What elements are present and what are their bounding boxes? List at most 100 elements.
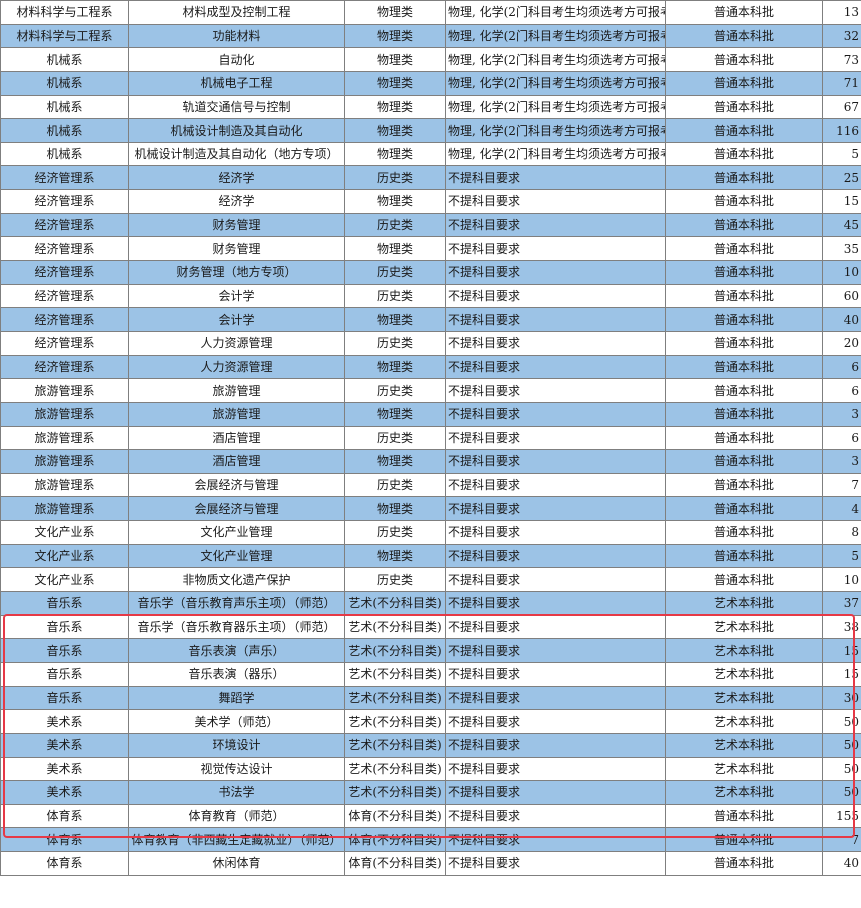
- plan-count-cell: 5: [822, 543, 861, 569]
- requirement-cell: 物理, 化学(2门科目考生均须选考方可报考: [445, 23, 666, 49]
- dept-cell: 音乐系: [0, 638, 129, 663]
- plan-count-cell: 6: [822, 425, 861, 451]
- plan-count-cell: 10: [822, 567, 861, 593]
- requirement-cell: 物理, 化学(2门科目考生均须选考方可报考: [445, 0, 666, 25]
- dept-cell: 经济管理系: [0, 307, 129, 332]
- requirement-cell: 不提科目要求: [445, 543, 666, 569]
- table-row: 材料科学与工程系 功能材料 物理类 物理, 化学(2门科目考生均须选考方可报考 普通本科…: [0, 23, 861, 49]
- enrollment-plan-sheet: 材料科学与工程系 材料成型及控制工程 物理类 物理, 化学(2门科目考生均须选考方可报…: [0, 0, 861, 908]
- plan-count-cell: 71: [822, 70, 861, 96]
- dept-cell: 经济管理系: [0, 236, 129, 262]
- category-cell: 艺术(不分科目类): [344, 661, 446, 687]
- category-cell: 艺术(不分科目类): [344, 780, 446, 805]
- category-cell: 物理类: [344, 70, 446, 96]
- category-cell: 历史类: [344, 472, 446, 498]
- table-row: 音乐系 音乐学（音乐教育器乐主项）（师范） 艺术(不分科目类) 不提科目要求 艺术本科批…: [0, 614, 861, 640]
- table-row: 机械系 机械电子工程 物理类 物理, 化学(2门科目考生均须选考方可报考 普通本科批 71: [0, 70, 861, 96]
- batch-cell: 普通本科批: [665, 520, 823, 545]
- requirement-cell: 不提科目要求: [445, 378, 666, 403]
- major-cell: 酒店管理: [128, 425, 345, 451]
- batch-cell: 艺术本科批: [665, 661, 823, 687]
- dept-cell: 旅游管理系: [0, 425, 129, 451]
- batch-cell: 普通本科批: [665, 851, 823, 876]
- major-cell: 财务管理: [128, 236, 345, 262]
- plan-count-cell: 60: [822, 283, 861, 309]
- plan-count-cell: 50: [822, 732, 861, 758]
- batch-cell: 艺术本科批: [665, 614, 823, 640]
- dept-cell: 旅游管理系: [0, 449, 129, 474]
- major-cell: 视觉传达设计: [128, 756, 345, 782]
- major-cell: 旅游管理: [128, 401, 345, 427]
- table-row: 旅游管理系 酒店管理 历史类 不提科目要求 普通本科批 6: [0, 425, 861, 451]
- requirement-cell: 不提科目要求: [445, 591, 666, 616]
- table-row: 经济管理系 财务管理（地方专项） 历史类 不提科目要求 普通本科批 10: [0, 260, 861, 285]
- table-row: 体育系 体育教育（非西藏生定藏就业）（师范） 体育(不分科目类) 不提科目要求 普通本科…: [0, 827, 861, 853]
- batch-cell: 普通本科批: [665, 449, 823, 474]
- plan-count-cell: 50: [822, 709, 861, 734]
- major-cell: 功能材料: [128, 23, 345, 49]
- category-cell: 物理类: [344, 118, 446, 143]
- plan-count-cell: 5: [822, 141, 861, 167]
- dept-cell: 材料科学与工程系: [0, 23, 129, 49]
- batch-cell: 普通本科批: [665, 236, 823, 262]
- major-cell: 财务管理: [128, 212, 345, 238]
- category-cell: 历史类: [344, 567, 446, 593]
- requirement-cell: 不提科目要求: [445, 212, 666, 238]
- major-cell: 文化产业管理: [128, 520, 345, 545]
- dept-cell: 经济管理系: [0, 165, 129, 191]
- major-cell: 材料成型及控制工程: [128, 0, 345, 25]
- major-cell: 非物质文化遗产保护: [128, 567, 345, 593]
- major-cell: 会展经济与管理: [128, 472, 345, 498]
- plan-count-cell: 7: [822, 472, 861, 498]
- batch-cell: 普通本科批: [665, 260, 823, 285]
- category-cell: 物理类: [344, 307, 446, 332]
- dept-cell: 文化产业系: [0, 567, 129, 593]
- requirement-cell: 不提科目要求: [445, 449, 666, 474]
- table-row: 经济管理系 会计学 物理类 不提科目要求 普通本科批 40: [0, 307, 861, 332]
- batch-cell: 普通本科批: [665, 425, 823, 451]
- category-cell: 物理类: [344, 236, 446, 262]
- dept-cell: 体育系: [0, 827, 129, 853]
- category-cell: 艺术(不分科目类): [344, 638, 446, 663]
- major-cell: 财务管理（地方专项）: [128, 260, 345, 285]
- batch-cell: 普通本科批: [665, 47, 823, 72]
- batch-cell: 普通本科批: [665, 0, 823, 25]
- dept-cell: 机械系: [0, 118, 129, 143]
- major-cell: 经济学: [128, 165, 345, 191]
- category-cell: 历史类: [344, 260, 446, 285]
- category-cell: 物理类: [344, 449, 446, 474]
- category-cell: 历史类: [344, 212, 446, 238]
- major-cell: 文化产业管理: [128, 543, 345, 569]
- category-cell: 历史类: [344, 378, 446, 403]
- requirement-cell: 不提科目要求: [445, 851, 666, 876]
- major-cell: 机械设计制造及其自动化: [128, 118, 345, 143]
- plan-count-cell: 67: [822, 94, 861, 120]
- requirement-cell: 物理, 化学(2门科目考生均须选考方可报考: [445, 141, 666, 167]
- dept-cell: 经济管理系: [0, 212, 129, 238]
- category-cell: 物理类: [344, 23, 446, 49]
- category-cell: 物理类: [344, 94, 446, 120]
- batch-cell: 普通本科批: [665, 496, 823, 522]
- dept-cell: 美术系: [0, 732, 129, 758]
- dept-cell: 体育系: [0, 851, 129, 876]
- major-cell: 体育教育（非西藏生定藏就业）（师范）: [128, 827, 345, 853]
- plan-count-cell: 10: [822, 260, 861, 285]
- dept-cell: 文化产业系: [0, 543, 129, 569]
- dept-cell: 美术系: [0, 709, 129, 734]
- requirement-cell: 不提科目要求: [445, 803, 666, 829]
- batch-cell: 普通本科批: [665, 827, 823, 853]
- category-cell: 历史类: [344, 283, 446, 309]
- table-row: 美术系 书法学 艺术(不分科目类) 不提科目要求 艺术本科批 50: [0, 780, 861, 805]
- category-cell: 物理类: [344, 47, 446, 72]
- dept-cell: 美术系: [0, 780, 129, 805]
- plan-count-cell: 3: [822, 449, 861, 474]
- requirement-cell: 物理, 化学(2门科目考生均须选考方可报考: [445, 118, 666, 143]
- table-row: 旅游管理系 酒店管理 物理类 不提科目要求 普通本科批 3: [0, 449, 861, 474]
- major-cell: 会展经济与管理: [128, 496, 345, 522]
- major-cell: 音乐表演（声乐）: [128, 638, 345, 663]
- batch-cell: 普通本科批: [665, 141, 823, 167]
- table-row: 机械系 机械设计制造及其自动化（地方专项） 物理类 物理, 化学(2门科目考生均须选考…: [0, 141, 861, 167]
- batch-cell: 艺术本科批: [665, 638, 823, 663]
- table-row: 机械系 轨道交通信号与控制 物理类 物理, 化学(2门科目考生均须选考方可报考 普通本科…: [0, 94, 861, 120]
- plan-count-cell: 4: [822, 496, 861, 522]
